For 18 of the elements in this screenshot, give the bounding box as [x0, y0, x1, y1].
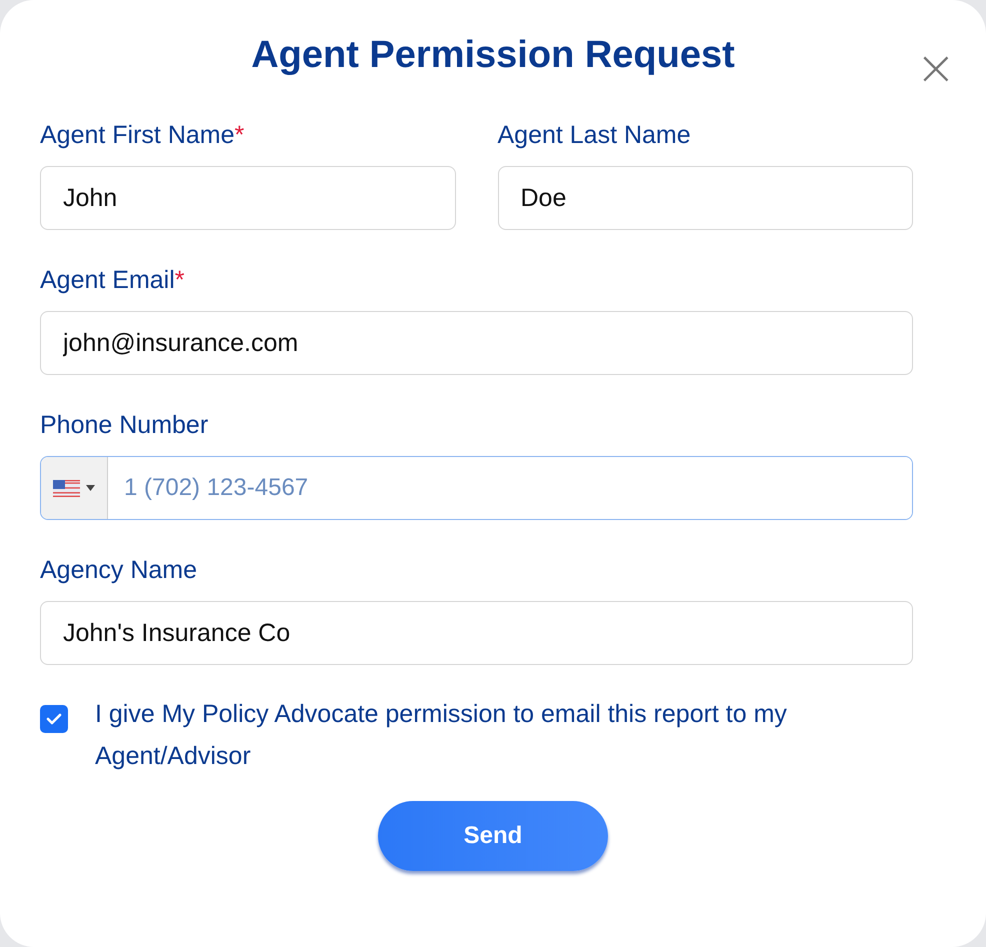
consent-text: I give My Policy Advocate permission to email this report to my Agent/Advisor — [95, 699, 788, 772]
consent-checkbox[interactable] — [40, 705, 68, 733]
phone-field[interactable]: 1 (702) 123-4567 — [40, 456, 913, 520]
dialog-title: Agent Permission Request — [250, 34, 736, 77]
input-field[interactable]: Doe — [498, 166, 913, 230]
check-icon — [46, 713, 62, 725]
field-label: Agent First Name* — [40, 121, 246, 150]
field-label: Phone Number — [40, 411, 210, 440]
close-button[interactable]: × — [916, 44, 956, 92]
send-button[interactable]: Send — [378, 801, 608, 871]
field-label: Agent Last Name — [498, 121, 692, 150]
input-field[interactable]: John's Insurance Co — [40, 601, 913, 665]
flag-icon — [53, 480, 80, 496]
field-label: Agency Name — [40, 556, 198, 585]
input-field[interactable]: John — [40, 166, 456, 230]
country-picker[interactable] — [41, 457, 108, 519]
field-label: Agent Email* — [40, 266, 186, 295]
caret-icon — [86, 485, 95, 491]
